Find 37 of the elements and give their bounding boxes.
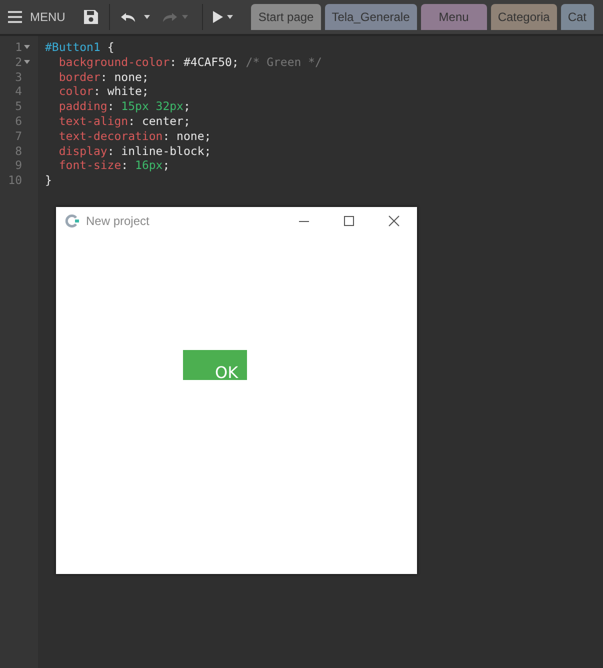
code-line: padding: 15px 32px; (58, 99, 190, 114)
caret-icon[interactable] (144, 15, 150, 19)
code-line: color: white; (58, 84, 149, 98)
code-line: } (45, 173, 52, 188)
save-icon[interactable] (83, 9, 100, 25)
line-number: 2 (15, 54, 22, 70)
line-number: 8 (15, 144, 22, 158)
tab[interactable]: Start page (251, 4, 321, 30)
line-number: 1 (15, 40, 22, 55)
code-line: #Button1 { (45, 40, 114, 54)
fold-icon[interactable] (24, 60, 30, 64)
ok-button[interactable]: OK (183, 350, 247, 380)
menu-button[interactable]: MENU (8, 10, 66, 24)
tab[interactable]: Cat (560, 4, 594, 30)
line-number: 6 (15, 114, 22, 129)
close-icon[interactable] (388, 215, 400, 227)
line-number: 7 (15, 128, 22, 144)
line-number: 10 (8, 173, 22, 188)
tab[interactable]: Tela_Generale (324, 4, 417, 30)
tab[interactable]: Categoria (490, 4, 557, 30)
tab[interactable]: Menu (420, 4, 487, 30)
line-number: 5 (15, 99, 22, 114)
fold-icon[interactable] (24, 45, 30, 50)
window-title: New project (86, 214, 150, 228)
code-line: text-align: center; (58, 114, 190, 128)
caret-icon[interactable] (227, 15, 234, 19)
line-number: 9 (15, 158, 22, 174)
code-line: text-decoration: none; (58, 128, 212, 143)
code-line: border: none; (58, 70, 149, 84)
line-number: 3 (15, 70, 22, 84)
line-number: 4 (15, 84, 22, 100)
play-icon[interactable] (213, 11, 224, 23)
maximize-icon[interactable] (343, 215, 355, 227)
menu-icon[interactable] (8, 11, 22, 23)
code-line: font-size: 16px; (58, 158, 170, 172)
code-line: background-color: #4CAF50; /* Green */ (58, 54, 322, 69)
code-line: display: inline-block; (58, 144, 212, 158)
